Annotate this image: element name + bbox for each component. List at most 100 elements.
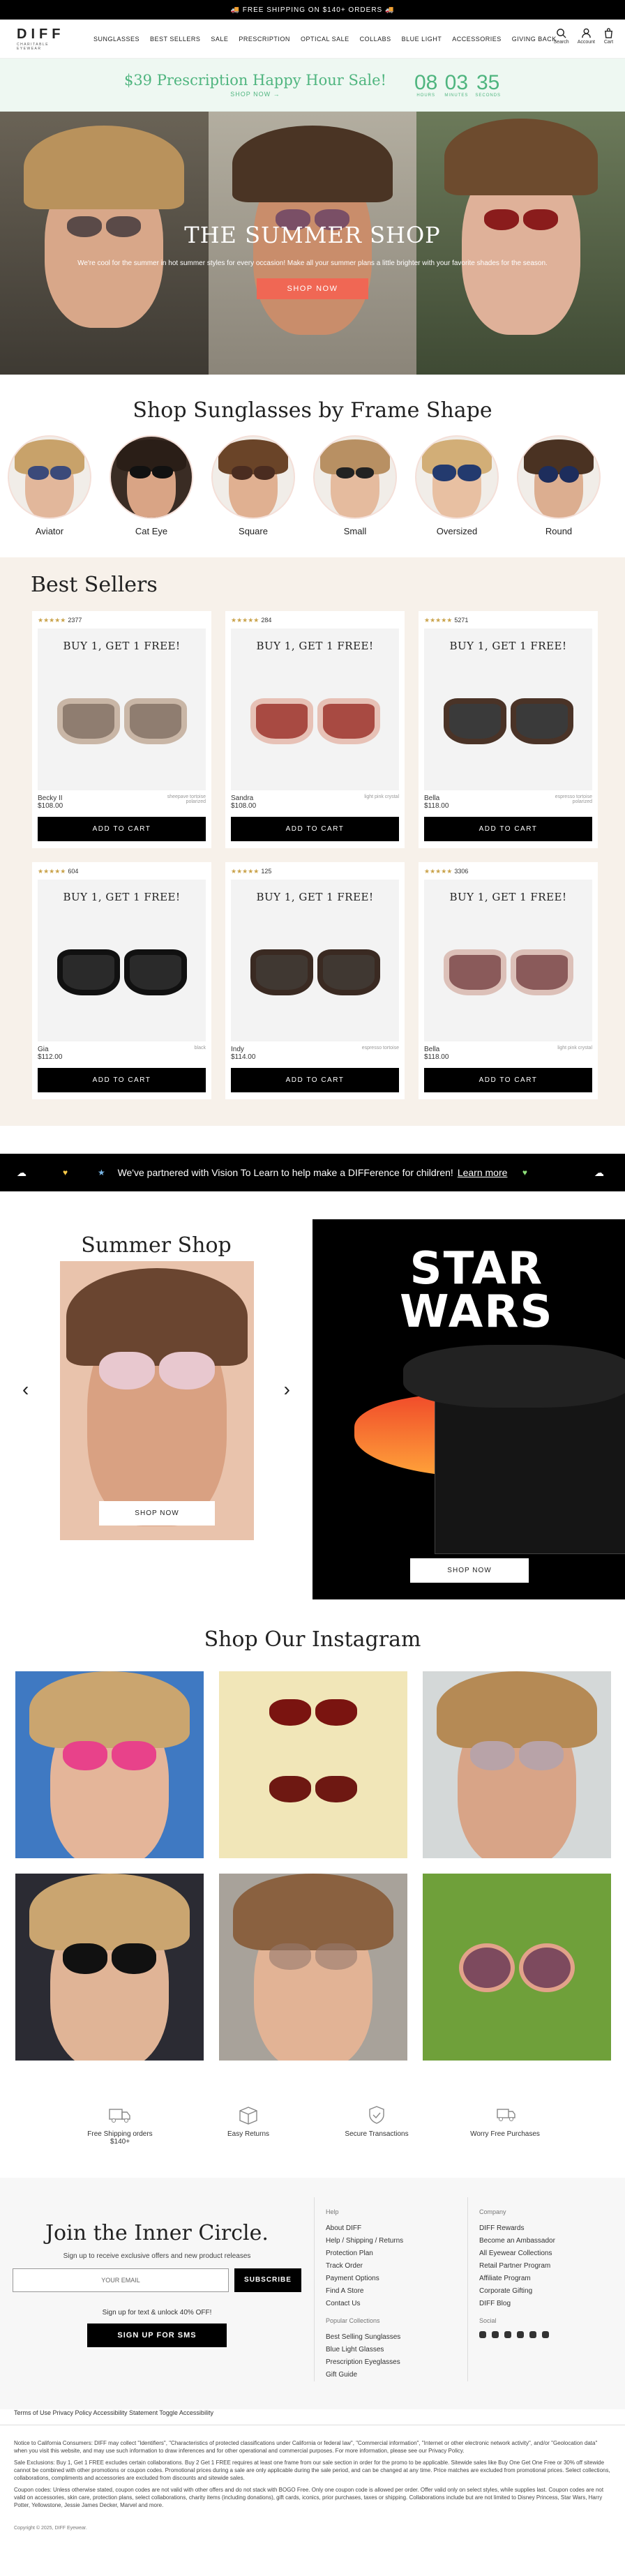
product-color: light pink crystal [364, 794, 399, 799]
add-to-cart-button[interactable]: ADD TO CART [424, 817, 592, 841]
search-button[interactable]: Search [554, 28, 569, 45]
shape-square[interactable]: Square [211, 435, 296, 536]
pinterest-icon[interactable] [504, 2331, 511, 2338]
footer-link-ambassador[interactable]: Become an Ambassador [479, 2235, 621, 2247]
footer-link-gift-guide[interactable]: Gift Guide [326, 2369, 467, 2381]
rating-stars: ★★★★★ 5271 [424, 617, 469, 624]
footer-link-store[interactable]: Find A Store [326, 2285, 467, 2298]
nav-sunglasses[interactable]: SUNGLASSES [93, 36, 140, 43]
footer-link-blog[interactable]: DIFF Blog [479, 2298, 621, 2310]
footer-help-column: Help About DIFF Help / Shipping / Return… [314, 2197, 467, 2381]
hero-shop-button[interactable]: SHOP NOW [256, 278, 369, 299]
footer-link-collections[interactable]: All Eyewear Collections [479, 2247, 621, 2260]
footer-link-about[interactable]: About DIFF [326, 2222, 467, 2235]
footer-link-best-selling[interactable]: Best Selling Sunglasses [326, 2331, 467, 2344]
footer-link-track[interactable]: Track Order [326, 2260, 467, 2273]
instagram-post[interactable] [423, 1874, 611, 2061]
add-to-cart-button[interactable]: ADD TO CART [231, 1068, 399, 1092]
product-image[interactable]: BUY 1, GET 1 FREE! [424, 628, 592, 790]
shape-cat-eye-label: Cat Eye [135, 526, 168, 536]
product-card[interactable]: ★★★★★ 284 BUY 1, GET 1 FREE! Sandra $108.00 l… [225, 611, 405, 848]
nav-collabs[interactable]: COLLABS [360, 36, 391, 43]
shape-small-label: Small [343, 526, 367, 536]
product-name[interactable]: Indy [231, 1046, 255, 1053]
product-image[interactable]: BUY 1, GET 1 FREE! [38, 628, 206, 790]
footer-link-contact[interactable]: Contact Us [326, 2298, 467, 2310]
star-wars-shop-button[interactable]: SHOP NOW [410, 1558, 529, 1583]
vision-learn-more-link[interactable]: Learn more [458, 1167, 508, 1178]
account-button[interactable]: Account [578, 28, 595, 45]
footer-link-protection[interactable]: Protection Plan [326, 2247, 467, 2260]
product-name[interactable]: Bella [424, 1046, 449, 1053]
rating-stars: ★★★★★ 284 [231, 617, 272, 624]
product-card[interactable]: ★★★★★ 604 BUY 1, GET 1 FREE! Gia $112.00 blac… [32, 862, 211, 1099]
product-card[interactable]: ★★★★★ 2377 BUY 1, GET 1 FREE! Becky II $108.… [32, 611, 211, 848]
instagram-post[interactable] [219, 1671, 407, 1858]
product-image[interactable]: BUY 1, GET 1 FREE! [424, 880, 592, 1041]
carousel-prev-arrow[interactable]: ‹ [22, 1378, 29, 1401]
footer-link-corporate[interactable]: Corporate Gifting [479, 2285, 621, 2298]
twitter-icon[interactable] [492, 2331, 499, 2338]
footer-link-prescription[interactable]: Prescription Eyeglasses [326, 2356, 467, 2369]
footer-link-rewards[interactable]: DIFF Rewards [479, 2222, 621, 2235]
product-card[interactable]: ★★★★★ 5271 BUY 1, GET 1 FREE! Bella $118.00 e… [419, 611, 598, 848]
footer-link-retail[interactable]: Retail Partner Program [479, 2260, 621, 2273]
sms-signup-button[interactable]: SIGN UP FOR SMS [87, 2323, 227, 2347]
review-count: 5271 [454, 617, 469, 624]
shape-small[interactable]: Small [312, 435, 398, 536]
legal-links[interactable]: Terms of Use Privacy Policy Accessibilit… [0, 2409, 625, 2425]
shape-cat-eye[interactable]: Cat Eye [109, 435, 194, 536]
product-image[interactable]: BUY 1, GET 1 FREE! [38, 880, 206, 1041]
tiktok-icon[interactable] [529, 2331, 536, 2338]
product-image[interactable]: BUY 1, GET 1 FREE! [231, 880, 399, 1041]
brand-logo[interactable]: DIFF CHARITABLE EYEWEAR [17, 27, 73, 51]
add-to-cart-button[interactable]: ADD TO CART [424, 1068, 592, 1092]
nav-best-sellers[interactable]: BEST SELLERS [150, 36, 200, 43]
instagram-post[interactable] [423, 1671, 611, 1858]
youtube-icon[interactable] [542, 2331, 549, 2338]
add-to-cart-button[interactable]: ADD TO CART [231, 817, 399, 841]
product-price: $108.00 [231, 802, 257, 810]
shape-oversized[interactable]: Oversized [414, 435, 499, 536]
product-image[interactable]: BUY 1, GET 1 FREE! [231, 628, 399, 790]
rating-stars: ★★★★★ 2377 [38, 617, 82, 624]
promo-cta[interactable]: SHOP NOW → [124, 91, 386, 98]
footer-link-help[interactable]: Help / Shipping / Returns [326, 2235, 467, 2247]
nav-sale[interactable]: SALE [211, 36, 228, 43]
rating-stars: ★★★★★ 125 [231, 868, 272, 875]
footer-link-affiliate[interactable]: Affiliate Program [479, 2273, 621, 2285]
instagram-post[interactable] [15, 1671, 204, 1858]
promo-banner[interactable]: $39 Prescription Happy Hour Sale! SHOP N… [0, 59, 625, 112]
product-name[interactable]: Sandra [231, 794, 256, 802]
product-color: light pink crystal [557, 1046, 592, 1050]
email-input[interactable]: YOUR EMAIL [13, 2268, 229, 2292]
star-wars-promo[interactable]: STAR WARS SHOP NOW [312, 1219, 625, 1599]
nav-giving-back[interactable]: GIVING BACK [512, 36, 557, 43]
product-name[interactable]: Gia [38, 1046, 62, 1053]
shape-round[interactable]: Round [516, 435, 601, 536]
nav-blue-light[interactable]: BLUE LIGHT [402, 36, 442, 43]
nav-optical-sale[interactable]: OPTICAL SALE [301, 36, 349, 43]
product-card[interactable]: ★★★★★ 3306 BUY 1, GET 1 FREE! Bella $118.00 l… [419, 862, 598, 1099]
instagram-post[interactable] [15, 1874, 204, 2061]
instagram-post[interactable] [219, 1874, 407, 2061]
nav-accessories[interactable]: ACCESSORIES [452, 36, 502, 43]
shape-aviator[interactable]: Aviator [7, 435, 92, 536]
nav-prescription[interactable]: PRESCRIPTION [239, 36, 290, 43]
product-card[interactable]: ★★★★★ 125 BUY 1, GET 1 FREE! Indy $114.00 esp… [225, 862, 405, 1099]
summer-shop-button[interactable]: SHOP NOW [99, 1501, 215, 1526]
footer-link-payment[interactable]: Payment Options [326, 2273, 467, 2285]
cart-button[interactable]: Cart [603, 28, 614, 45]
carousel-next-arrow[interactable]: › [284, 1378, 290, 1401]
product-name[interactable]: Bella [424, 794, 449, 802]
shape-round-image [517, 435, 601, 519]
instagram-icon[interactable] [517, 2331, 524, 2338]
facebook-icon[interactable] [479, 2331, 486, 2338]
add-to-cart-button[interactable]: ADD TO CART [38, 1068, 206, 1092]
product-name[interactable]: Becky II [38, 794, 63, 802]
features-row: Free Shipping orders $140+ Easy Returns … [0, 2061, 625, 2146]
countdown-minutes-label: MINUTES [444, 93, 469, 98]
footer-link-blue-light[interactable]: Blue Light Glasses [326, 2344, 467, 2356]
subscribe-button[interactable]: SUBSCRIBE [234, 2268, 301, 2292]
add-to-cart-button[interactable]: ADD TO CART [38, 817, 206, 841]
